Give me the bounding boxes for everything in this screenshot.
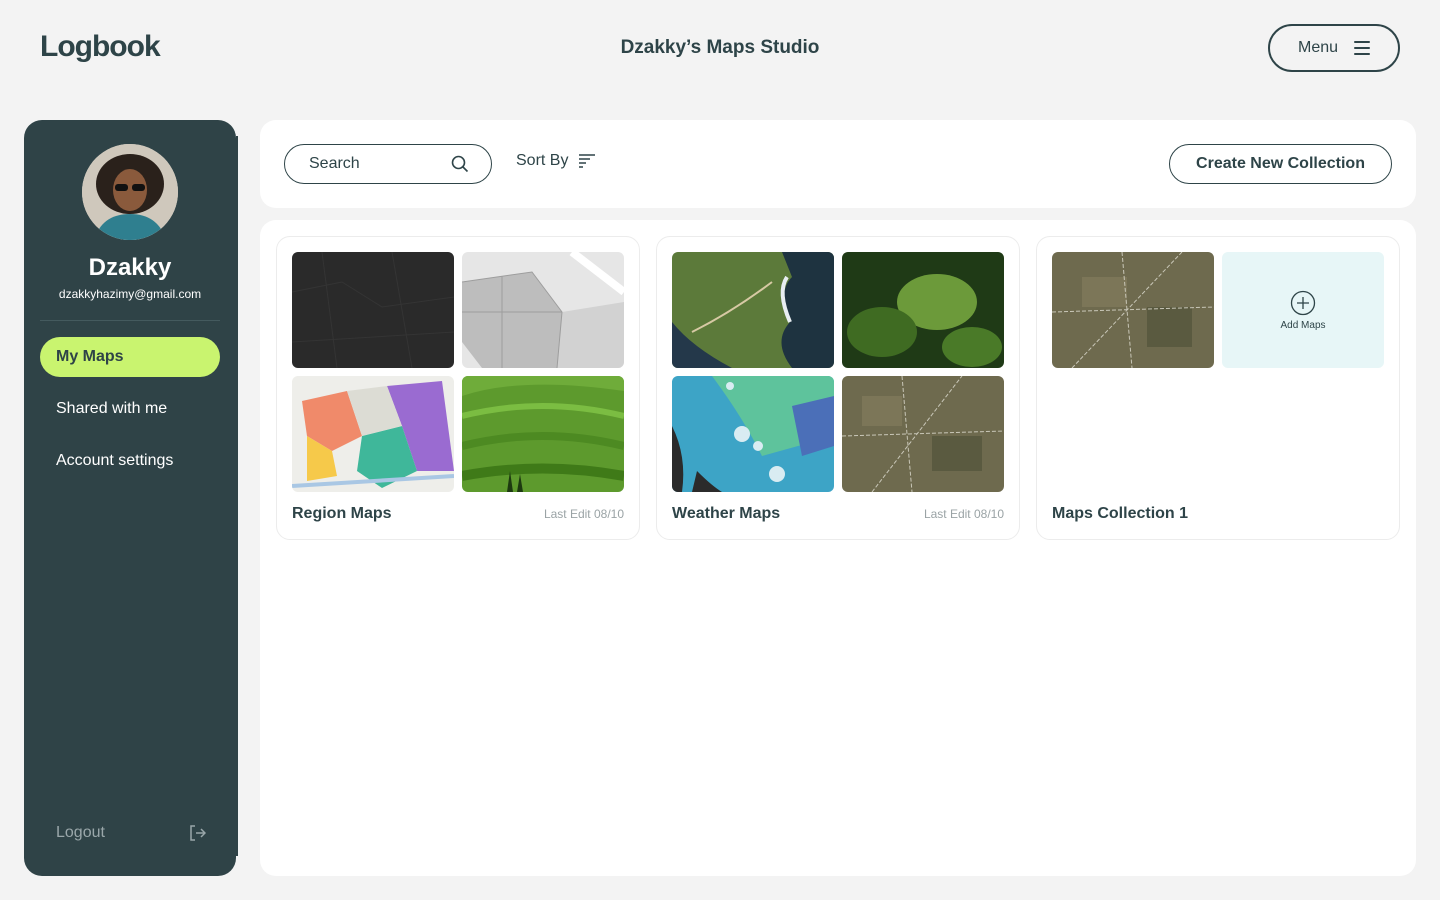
map-thumbnail-satellite: [842, 376, 1004, 492]
menu-label: Menu: [1297, 39, 1339, 56]
map-thumbnail-regions: [292, 376, 454, 492]
map-thumbnail-green-hills: [462, 376, 624, 492]
collections-grid: Region Maps Last Edit 08/10 Weather Maps…: [260, 220, 1416, 876]
collection-title: Weather Maps: [672, 505, 781, 522]
sidebar: Dzakky dzakkyhazimy@gmail.com My Maps Sh…: [24, 120, 238, 876]
sort-by-button[interactable]: Sort By: [516, 152, 596, 170]
plus-circle-icon: [1290, 290, 1316, 315]
sidebar-item-shared-with-me[interactable]: Shared with me: [40, 389, 220, 429]
collection-title: Region Maps: [292, 505, 392, 522]
sidebar-item-account-settings[interactable]: Account settings: [40, 441, 220, 481]
last-edit-date: Last Edit 08/10: [923, 507, 1004, 521]
logout-button[interactable]: Logout: [56, 820, 206, 846]
menu-button[interactable]: Menu: [1268, 24, 1400, 72]
search-icon[interactable]: [451, 155, 469, 173]
map-thumbnail-coastline: [672, 252, 834, 368]
sidebar-divider: [40, 320, 220, 321]
map-thumbnail-weather-heatmap: [672, 376, 834, 492]
collection-card-weather-maps[interactable]: Weather Maps Last Edit 08/10: [656, 236, 1020, 540]
create-new-collection-button[interactable]: Create New Collection: [1169, 144, 1392, 184]
page-title: Dzakky’s Maps Studio: [620, 37, 820, 58]
collection-title: Maps Collection 1: [1052, 505, 1189, 522]
map-thumbnail-satellite: [1052, 252, 1214, 368]
map-thumbnail-jungle: [842, 252, 1004, 368]
user-name: Dzakky: [88, 254, 172, 281]
sort-by-label: Sort By: [516, 152, 569, 169]
toolbar: Sort By Create New Collection: [260, 120, 1416, 208]
search-input[interactable]: [309, 155, 439, 173]
logout-label: Logout: [56, 824, 105, 841]
last-edit-date: Last Edit 08/10: [543, 507, 624, 521]
collection-card-region-maps[interactable]: Region Maps Last Edit 08/10: [276, 236, 640, 540]
avatar: [82, 144, 178, 240]
map-thumbnail-grayscale: [462, 252, 624, 368]
collection-card-maps-collection-1[interactable]: Add Maps Maps Collection 1: [1036, 236, 1400, 540]
map-thumbnail-dark: [292, 252, 454, 368]
sort-icon: [579, 154, 596, 168]
logout-icon: [190, 825, 206, 841]
search-box[interactable]: [284, 144, 492, 184]
add-maps-button[interactable]: Add Maps: [1222, 252, 1384, 368]
user-email: dzakkyhazimy@gmail.com: [58, 287, 202, 301]
hamburger-icon: [1354, 41, 1371, 55]
add-maps-label: Add Maps: [1280, 319, 1326, 331]
sidebar-item-my-maps[interactable]: My Maps: [40, 337, 220, 377]
